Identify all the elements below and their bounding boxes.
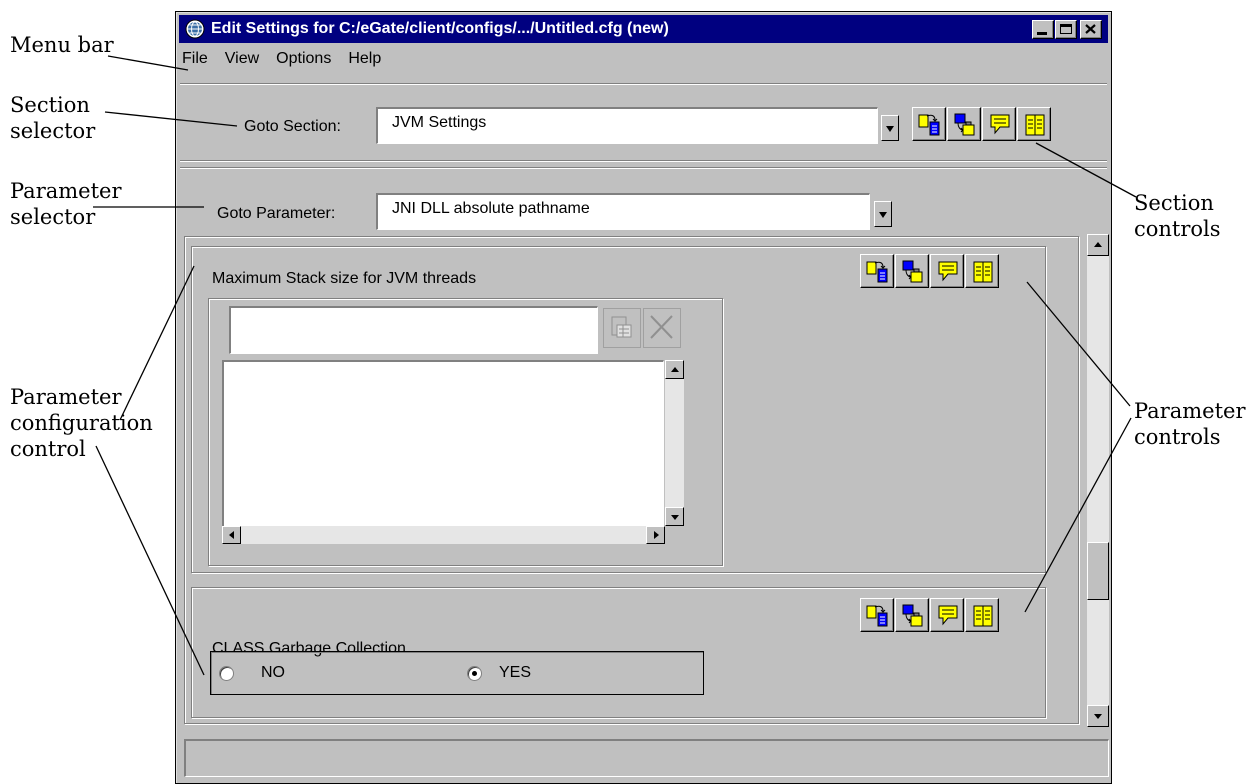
paste-icon [902, 260, 923, 283]
param2-paste-button[interactable] [895, 598, 929, 632]
globe-icon [185, 19, 205, 39]
radio-yes[interactable] [467, 666, 482, 681]
minimize-icon [1037, 32, 1047, 35]
maximize-button[interactable] [1055, 20, 1077, 39]
section-dropdown-button[interactable] [881, 115, 899, 141]
title-bar[interactable]: Edit Settings for C:/eGate/client/config… [179, 15, 1108, 43]
menu-file[interactable]: File [182, 50, 208, 68]
stack-size-list[interactable] [222, 360, 664, 544]
goto-section-label: Goto Section: [244, 118, 341, 135]
remove-item-button[interactable] [643, 308, 681, 348]
close-icon [1085, 24, 1096, 34]
add-item-button[interactable] [603, 308, 641, 348]
scroll-down-button[interactable] [1087, 705, 1109, 727]
book-icon [973, 261, 993, 283]
list-scroll-down-button[interactable] [665, 507, 684, 526]
radio-no-label[interactable]: NO [261, 664, 285, 682]
section-help-book-button[interactable] [1017, 107, 1051, 141]
copy-icon [866, 261, 888, 283]
close-button[interactable] [1080, 20, 1102, 39]
scroll-up-button[interactable] [1087, 234, 1109, 256]
status-bar [184, 739, 1109, 777]
menu-options[interactable]: Options [276, 50, 331, 68]
section-separator-1 [180, 160, 1107, 162]
arrow-down-icon [1094, 714, 1102, 719]
annotation-parameter-controls: Parameter controls [1134, 399, 1246, 449]
parameter-dropdown-button[interactable] [874, 201, 892, 227]
list-horizontal-scrollbar[interactable] [222, 526, 665, 544]
paste-icon [902, 604, 923, 627]
param1-help-book-button[interactable] [965, 254, 999, 288]
comment-icon [938, 605, 958, 626]
copy-icon [918, 114, 940, 136]
paste-icon [954, 113, 975, 136]
window-title: Edit Settings for C:/eGate/client/config… [211, 20, 669, 37]
parameter-panel-class-gc: CLASS Garbage Collection NO YES [191, 587, 1046, 718]
section-paste-button[interactable] [947, 107, 981, 141]
book-icon [1025, 114, 1045, 136]
arrow-left-icon [228, 531, 234, 539]
param2-help-book-button[interactable] [965, 598, 999, 632]
arrow-up-icon [670, 366, 679, 372]
parameter-selector-value: JNI DLL absolute pathname [392, 200, 590, 217]
parameter-title: Maximum Stack size for JVM threads [212, 270, 477, 287]
stack-size-list-editor [208, 298, 723, 566]
param2-copy-button[interactable] [860, 598, 894, 632]
chevron-down-icon [886, 126, 894, 132]
gc-radio-group: NO YES [210, 651, 704, 695]
arrow-up-icon [1094, 242, 1102, 247]
param1-paste-button[interactable] [895, 254, 929, 288]
arrow-right-icon [653, 531, 659, 539]
annotation-parameter-selector: Parameter selector [10, 179, 122, 229]
param2-comment-button[interactable] [930, 598, 964, 632]
add-to-list-icon [611, 316, 632, 338]
param1-comment-button[interactable] [930, 254, 964, 288]
parameter-panel-stack-size: Maximum Stack size for JVM threads [191, 246, 1046, 573]
scroll-thumb[interactable] [1087, 542, 1109, 600]
copy-icon [866, 605, 888, 627]
section-selector-combo[interactable]: JVM Settings [376, 107, 878, 144]
radio-yes-label[interactable]: YES [499, 664, 531, 682]
maximize-icon [1060, 24, 1072, 34]
parameter-selector-combo[interactable]: JNI DLL absolute pathname [376, 193, 870, 230]
menu-view[interactable]: View [225, 50, 259, 68]
menu-bar: File View Options Help [182, 50, 398, 76]
list-scroll-left-button[interactable] [222, 526, 241, 544]
annotation-section-controls: Section controls [1134, 191, 1221, 241]
stack-size-input[interactable] [229, 306, 598, 354]
delete-icon [650, 315, 673, 339]
menu-separator [180, 83, 1107, 85]
section-comment-button[interactable] [982, 107, 1016, 141]
book-icon [973, 605, 993, 627]
annotation-section-selector: Section selector [10, 93, 96, 143]
edit-settings-window: Edit Settings for C:/eGate/client/config… [175, 11, 1112, 784]
list-vertical-scrollbar[interactable] [665, 360, 684, 526]
radio-no[interactable] [219, 666, 234, 681]
chevron-down-icon [879, 212, 887, 218]
annotation-menu-bar: Menu bar [10, 33, 114, 57]
param1-copy-button[interactable] [860, 254, 894, 288]
goto-parameter-label: Goto Parameter: [217, 205, 336, 222]
section-copy-button[interactable] [912, 107, 946, 141]
menu-help[interactable]: Help [348, 50, 381, 68]
section-selector-value: JVM Settings [392, 114, 487, 131]
comment-icon [990, 114, 1010, 135]
comment-icon [938, 261, 958, 282]
annotation-parameter-configuration-control: Parameter configuration control [10, 385, 153, 461]
arrow-down-icon [670, 514, 679, 520]
list-scroll-up-button[interactable] [665, 360, 684, 379]
minimize-button[interactable] [1032, 20, 1054, 39]
main-vertical-scrollbar[interactable] [1087, 234, 1109, 727]
list-scroll-right-button[interactable] [646, 526, 665, 544]
section-separator-2 [180, 167, 1107, 169]
